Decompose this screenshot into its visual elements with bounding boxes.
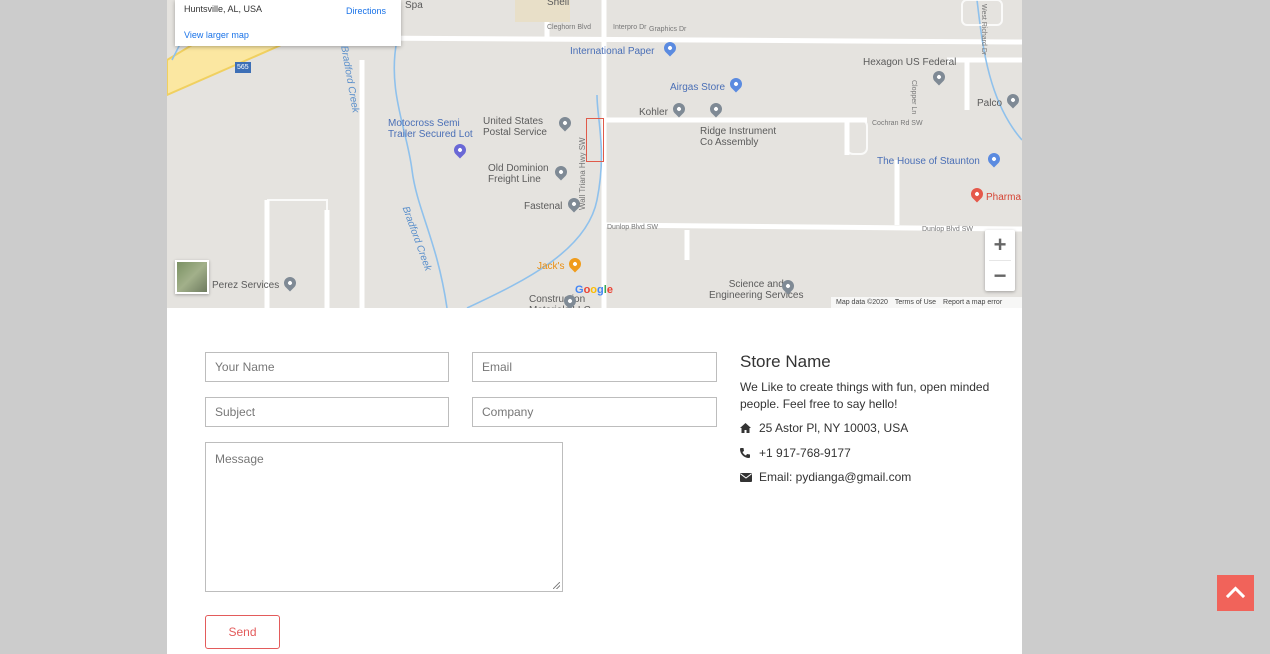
- map-address: Huntsville, AL, USA: [184, 4, 263, 14]
- subject-input[interactable]: Subject: [205, 397, 449, 427]
- store-phone-row: +1 917-768-9177: [740, 445, 851, 461]
- google-logo: Google: [575, 284, 613, 296]
- directions-link[interactable]: Directions: [346, 6, 386, 16]
- page-container: Huntsville, AL, USA Directions View larg…: [167, 0, 1022, 654]
- store-phone: +1 917-768-9177: [759, 446, 851, 460]
- map-label-airgas: Airgas Store: [670, 82, 726, 93]
- location-marker-box: [586, 118, 604, 162]
- map-zoom-control: + −: [985, 230, 1015, 291]
- map-footer: Map data ©2020 Terms of Use Report a map…: [831, 297, 1022, 308]
- map-label-kohler: Kohler: [639, 107, 668, 118]
- store-address: 25 Astor Pl, NY 10003, USA: [759, 421, 909, 435]
- resize-grip-icon[interactable]: [553, 582, 560, 589]
- message-textarea[interactable]: Message: [205, 442, 563, 592]
- message-placeholder: Message: [215, 452, 264, 466]
- send-button[interactable]: Send: [205, 615, 280, 649]
- map-label-clopper: Clopper Ln: [910, 80, 917, 115]
- map-label-dunlop-1: Dunlop Blvd SW: [607, 224, 658, 231]
- map-label-spa: Spa: [405, 0, 423, 11]
- map-label-ridge: Ridge Instrument Co Assembly: [700, 126, 777, 148]
- store-address-row: 25 Astor Pl, NY 10003, USA: [740, 420, 908, 436]
- map-info-card: Huntsville, AL, USA Directions View larg…: [175, 0, 401, 46]
- home-icon: [740, 421, 756, 437]
- map-label-cochran: Cochran Rd SW: [872, 120, 923, 127]
- store-description: We Like to create things with fun, open …: [740, 380, 990, 411]
- highway-shield: 565: [235, 62, 251, 73]
- map-label-interpro: Interpro Dr: [613, 24, 647, 31]
- store-title: Store Name: [740, 352, 831, 371]
- satellite-toggle[interactable]: [175, 260, 209, 294]
- map-label-palco: Palco: [977, 98, 1003, 109]
- map-label-cleghorn: Cleghorn Blvd: [547, 24, 591, 31]
- embedded-map[interactable]: Huntsville, AL, USA Directions View larg…: [167, 0, 1022, 308]
- map-label-usps: United States Postal Service: [483, 116, 547, 138]
- map-label-old-dominion: Old Dominion Freight Line: [488, 163, 549, 185]
- store-email: Email: pydianga@gmail.com: [759, 470, 912, 484]
- map-label-west-richard: West Richard Dr: [980, 4, 987, 56]
- map-label-construction: Construction Materials LLC: [529, 294, 591, 308]
- map-label-house-staunton: The House of Staunton: [877, 156, 980, 167]
- map-label-dunlop-2: Dunlop Blvd SW: [922, 226, 973, 233]
- zoom-in-button[interactable]: +: [985, 230, 1015, 260]
- back-to-top-button[interactable]: [1217, 575, 1254, 611]
- view-larger-map-link[interactable]: View larger map: [184, 30, 249, 40]
- zoom-out-button[interactable]: −: [985, 261, 1015, 291]
- email-input[interactable]: Email: [472, 352, 717, 382]
- report-map-error-link[interactable]: Report a map error: [943, 299, 1002, 306]
- map-label-fastenal: Fastenal: [524, 201, 563, 212]
- map-label-graphics: Graphics Dr: [649, 26, 687, 33]
- map-label-perez: Perez Services: [212, 280, 280, 291]
- map-label-shell: Shell: [547, 0, 570, 8]
- chevron-up-icon: [1225, 586, 1246, 599]
- name-input[interactable]: Your Name: [205, 352, 449, 382]
- store-email-row: Email: pydianga@gmail.com: [740, 469, 911, 485]
- map-label-pharma: Pharma: [986, 192, 1022, 203]
- terms-of-use-link[interactable]: Terms of Use: [895, 299, 936, 306]
- company-input[interactable]: Company: [472, 397, 717, 427]
- map-label-motocross: Motocross Semi Trailer Secured Lot: [388, 118, 473, 140]
- map-label-international-paper: International Paper: [570, 46, 655, 57]
- envelope-icon: [740, 470, 756, 486]
- map-data-credit: Map data ©2020: [836, 299, 888, 306]
- map-label-jacks: Jack's: [537, 261, 565, 272]
- phone-icon: [740, 446, 756, 462]
- map-label-hexagon: Hexagon US Federal: [863, 57, 957, 68]
